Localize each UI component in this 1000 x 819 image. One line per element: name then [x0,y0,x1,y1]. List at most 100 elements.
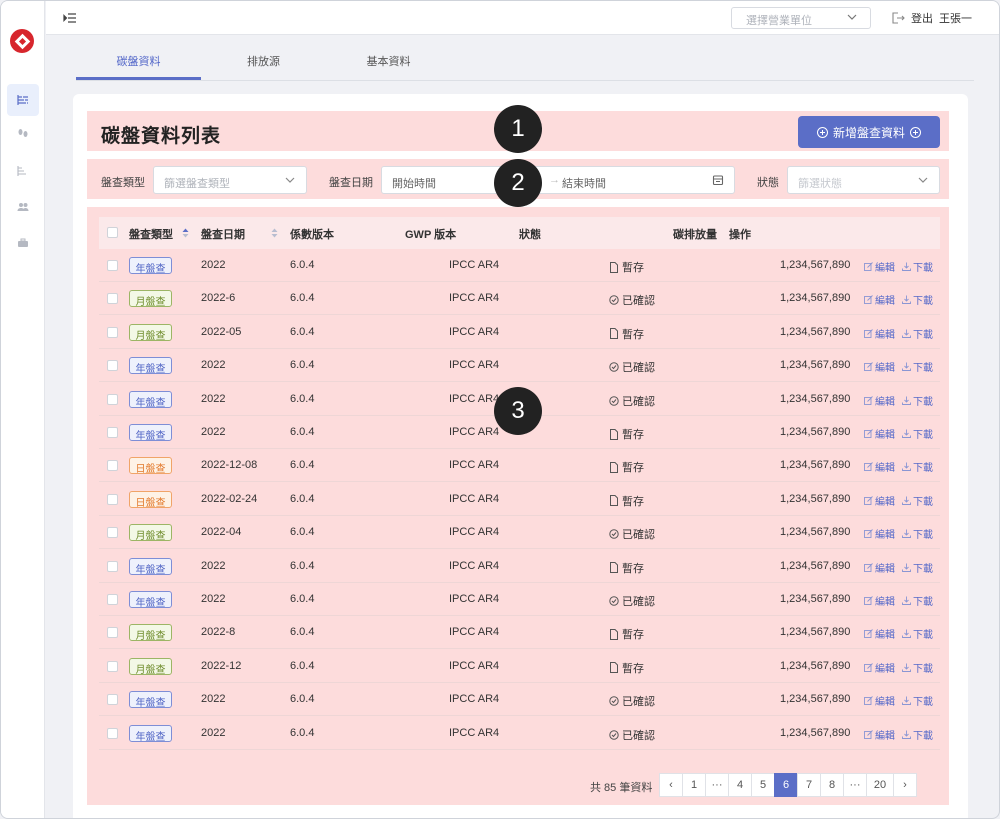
download-icon [902,596,911,605]
download-button[interactable]: 下載 [902,593,933,608]
download-button[interactable]: 下載 [902,493,933,508]
download-button[interactable]: 下載 [902,727,933,742]
download-button[interactable]: 下載 [902,459,933,474]
page-button[interactable]: 4 [728,773,752,797]
cell-emissions: 1,234,567,890 [780,292,851,305]
cell-date: 2022-02-24 [201,492,258,505]
download-button[interactable]: 下載 [902,326,933,341]
cell-gwp-version: IPCC AR4 [449,726,500,739]
end-date-input[interactable]: 結束時間 [562,175,606,191]
sidebar-item-briefcase[interactable] [7,227,39,259]
page-button[interactable]: 8 [820,773,844,797]
row-checkbox[interactable] [107,660,118,672]
edit-button[interactable]: 編輯 [864,259,895,274]
row-checkbox[interactable] [107,326,118,338]
download-button[interactable]: 下載 [902,526,933,541]
edit-button[interactable]: 編輯 [864,593,895,608]
edit-button[interactable]: 編輯 [864,526,895,541]
row-checkbox[interactable] [107,493,118,505]
edit-button[interactable]: 編輯 [864,459,895,474]
type-tag: 月盤查 [129,290,172,308]
edit-button[interactable]: 編輯 [864,493,895,508]
edit-button[interactable]: 編輯 [864,660,895,675]
date-range-picker[interactable]: 開始時間 → 結束時間 [381,166,735,194]
cell-status: 暫存 [609,560,644,576]
edit-button[interactable]: 編輯 [864,326,895,341]
sidebar-item-footprint[interactable] [7,118,39,150]
sidebar-item-users[interactable] [7,191,39,223]
tab-basic-data[interactable]: 基本資料 [326,53,451,69]
header-date[interactable]: 盤查日期 [201,226,245,242]
sort-icon[interactable] [271,228,278,238]
download-button[interactable]: 下載 [902,359,933,374]
brand-logo [10,29,34,53]
download-button[interactable]: 下載 [902,426,933,441]
page-ellipsis[interactable]: ··· [705,773,729,797]
cell-date: 2022 [201,726,226,739]
calendar-icon[interactable] [712,174,724,186]
row-checkbox[interactable] [107,594,118,605]
row-checkbox[interactable] [107,293,118,305]
page-button[interactable]: 6 [774,773,798,797]
cell-emissions: 1,234,567,890 [780,559,851,572]
filter-type-select[interactable]: 篩選盤查類型 [153,166,307,194]
business-unit-select[interactable]: 選擇營業單位 [731,7,871,29]
download-button[interactable]: 下載 [902,660,933,675]
download-button[interactable]: 下載 [902,259,933,274]
cell-status: 暫存 [609,326,644,342]
tab-emission-sources[interactable]: 排放源 [201,53,326,69]
download-button[interactable]: 下載 [902,626,933,641]
download-button[interactable]: 下載 [902,393,933,408]
page-button[interactable]: 20 [866,773,894,797]
edit-button[interactable]: 編輯 [864,727,895,742]
start-date-input[interactable]: 開始時間 [392,178,436,190]
edit-button[interactable]: 編輯 [864,292,895,307]
chevron-down-icon [285,177,295,183]
check-circle-icon [609,395,619,406]
row-checkbox[interactable] [107,360,118,372]
edit-button[interactable]: 編輯 [864,560,895,575]
sidebar-item-list[interactable] [7,155,39,187]
row-checkbox[interactable] [107,694,118,706]
row-checkbox[interactable] [107,527,118,539]
page-ellipsis[interactable]: ··· [843,773,867,797]
next-page-button[interactable]: › [893,773,917,797]
download-button[interactable]: 下載 [902,560,933,575]
row-checkbox[interactable] [107,460,118,472]
download-button[interactable]: 下載 [902,693,933,708]
tab-carbon-data[interactable]: 碳盤資料 [76,53,201,69]
sort-icon[interactable] [182,228,189,238]
row-checkbox[interactable] [107,560,118,572]
download-label: 下載 [913,563,933,575]
logout-button[interactable]: 登出 王張一 [892,10,972,26]
row-checkbox[interactable] [107,727,118,739]
cell-coef-version: 6.0.4 [290,292,315,305]
page-button[interactable]: 1 [682,773,706,797]
header-type[interactable]: 盤查類型 [129,226,173,242]
edit-button[interactable]: 編輯 [864,426,895,441]
download-button[interactable]: 下載 [902,292,933,307]
cell-coef-version: 6.0.4 [290,426,315,438]
page-button[interactable]: 7 [797,773,821,797]
add-inventory-button[interactable]: 新增盤查資料 [798,116,940,148]
table-row: 年盤查 2022 6.0.4 IPCC AR4 暫存 1,234,567,890 編輯 下載 [99,550,940,583]
row-checkbox[interactable] [107,260,118,271]
type-tag: 年盤查 [129,691,172,709]
prev-page-button[interactable]: ‹ [659,773,683,797]
edit-button[interactable]: 編輯 [864,626,895,641]
menu-collapse-icon[interactable] [63,12,77,24]
edit-button[interactable]: 編輯 [864,359,895,374]
page-button[interactable]: 5 [751,773,775,797]
status-label: 已確認 [622,596,655,608]
select-all-checkbox[interactable] [107,227,118,238]
sidebar-item-carbon-data[interactable] [7,84,39,116]
table-row: 月盤查 2022-8 6.0.4 IPCC AR4 暫存 1,234,567,890 編輯 下… [99,616,940,650]
active-tab-indicator [76,77,201,80]
edit-button[interactable]: 編輯 [864,393,895,408]
row-checkbox[interactable] [107,627,118,639]
filter-status-select[interactable]: 篩選狀態 [787,166,940,194]
cell-status: 已確認 [609,593,655,609]
edit-button[interactable]: 編輯 [864,693,895,708]
row-checkbox[interactable] [107,393,118,405]
row-checkbox[interactable] [107,427,118,438]
